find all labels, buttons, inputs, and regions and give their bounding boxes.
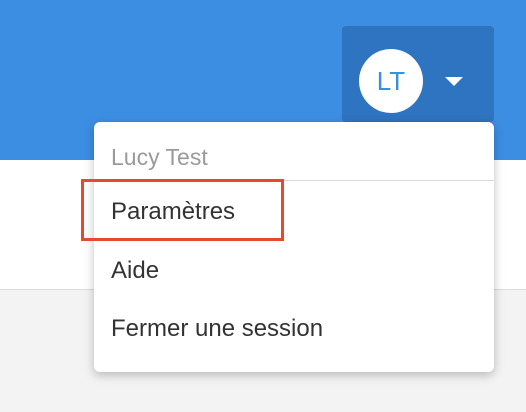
dropdown-user-name: Lucy Test: [111, 144, 208, 170]
avatar-initials: LT: [376, 66, 406, 96]
menu-item-logout[interactable]: Fermer une session: [111, 315, 323, 343]
dropdown-divider: [94, 180, 494, 181]
user-menu-button[interactable]: LT: [342, 26, 494, 122]
user-dropdown-menu: Lucy Test Paramètres Aide Fermer une ses…: [94, 122, 494, 372]
menu-item-help[interactable]: Aide: [111, 257, 159, 285]
app-page: LT Lucy Test Paramètres Aide Fermer une …: [0, 0, 526, 412]
menu-item-settings[interactable]: Paramètres: [111, 198, 235, 226]
caret-down-icon: [445, 77, 463, 86]
avatar: LT: [359, 49, 423, 113]
